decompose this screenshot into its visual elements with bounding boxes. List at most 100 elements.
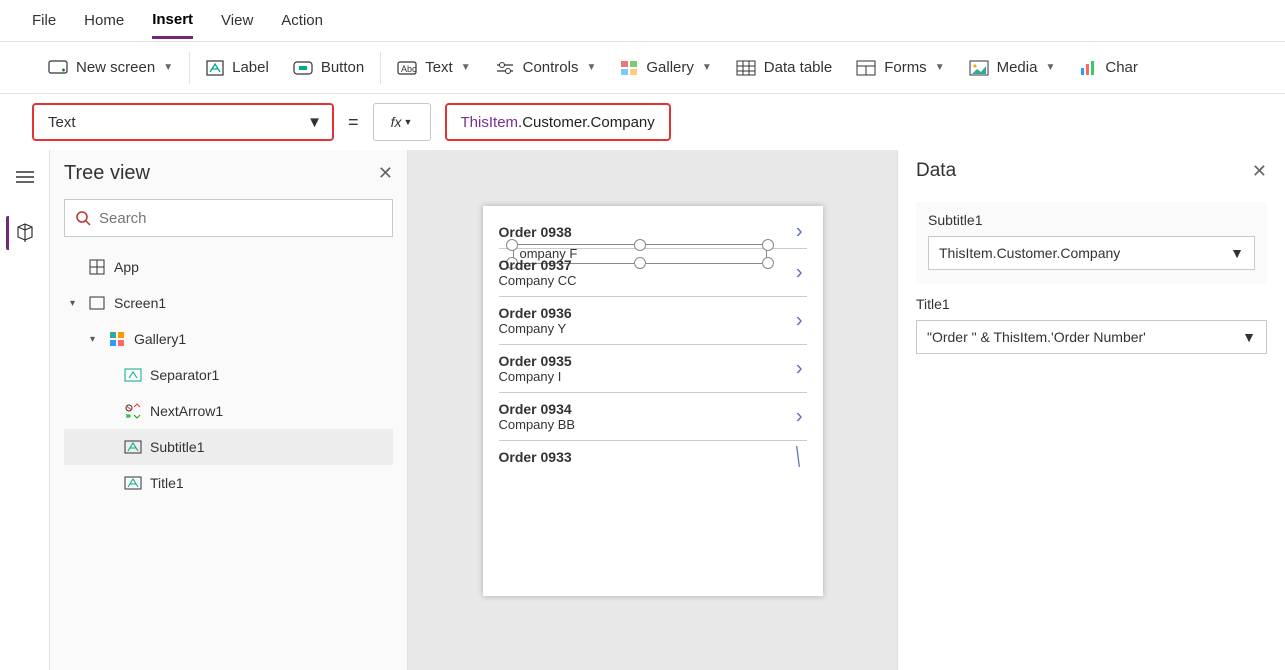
gallery-button[interactable]: Gallery ▼ (620, 59, 711, 76)
tree-view-button[interactable] (6, 216, 40, 250)
text-button[interactable]: Abc Text ▼ (397, 59, 470, 76)
search-icon (75, 210, 91, 226)
fx-label: fx (391, 114, 402, 130)
forms-button[interactable]: Forms ▼ (856, 59, 944, 76)
menu-bar: File Home Insert View Action (0, 0, 1285, 42)
gallery-row-title: Order 0937 (499, 257, 807, 273)
data-field-dropdown[interactable]: "Order " & ThisItem.'Order Number' ▼ (916, 320, 1267, 354)
chevron-right-icon[interactable]: › (796, 357, 803, 380)
button-icon (293, 61, 313, 75)
chevron-down-icon: ▼ (1045, 62, 1055, 73)
controls-button[interactable]: Controls ▼ (495, 59, 597, 76)
gallery-preview[interactable]: Order 0938 ompany F › Order 0937 Company… (483, 206, 823, 596)
app-icon (88, 258, 106, 276)
gallery-row-subtitle: Company I (499, 369, 807, 384)
chevron-right-icon[interactable]: › (796, 309, 803, 332)
chevron-down-icon: ▼ (307, 114, 322, 131)
gallery-icon (108, 330, 126, 348)
main-area: Tree view ✕ App ▾ Screen1 ▾ Gallery1 Sep… (0, 150, 1285, 670)
media-icon (969, 60, 989, 76)
chevron-right-icon[interactable]: › (796, 261, 803, 284)
button-text: Button (321, 59, 364, 76)
data-field-subtitle: Subtitle1 ThisItem.Customer.Company ▼ (916, 202, 1267, 284)
chevron-right-icon[interactable]: › (796, 221, 803, 244)
tool-rail (0, 150, 50, 670)
svg-text:Abc: Abc (401, 64, 417, 74)
tree-item-subtitle[interactable]: Subtitle1 (64, 429, 393, 465)
label-icon (124, 474, 142, 492)
data-field-value: "Order " & ThisItem.'Order Number' (927, 329, 1146, 345)
tree-search-input[interactable] (99, 210, 382, 227)
menu-action[interactable]: Action (281, 4, 323, 37)
nextarrow-icon (124, 402, 142, 420)
gallery-row[interactable]: Order 0935 Company I › (499, 345, 807, 393)
hamburger-button[interactable] (8, 160, 42, 194)
screen-icon (48, 60, 68, 76)
data-table-label: Data table (764, 59, 832, 76)
data-panel-title: Data (916, 160, 956, 182)
menu-view[interactable]: View (221, 4, 253, 37)
ribbon: New screen ▼ Label Button Abc Text ▼ (0, 42, 1285, 94)
chevron-down-icon: ▼ (586, 62, 596, 73)
gallery-row-subtitle: Company CC (499, 273, 807, 288)
tree-item-nextarrow[interactable]: NextArrow1 (64, 393, 393, 429)
gallery-row-title: Order 0935 (499, 353, 807, 369)
tree-app-label: App (114, 259, 139, 275)
new-screen-button[interactable]: New screen ▼ (48, 59, 173, 76)
data-field-value: ThisItem.Customer.Company (939, 245, 1120, 261)
close-tree-button[interactable]: ✕ (378, 163, 393, 184)
formula-input[interactable]: ThisItem.Customer.Company (445, 103, 671, 141)
gallery-row-subtitle: Company Y (499, 321, 807, 336)
tree-item-label: NextArrow1 (150, 403, 223, 419)
gallery-row[interactable]: Order 0936 Company Y › (499, 297, 807, 345)
label-text: Label (232, 59, 269, 76)
tree-screen[interactable]: ▾ Screen1 (64, 285, 393, 321)
close-data-button[interactable]: ✕ (1252, 161, 1267, 182)
gallery-label: Gallery (646, 59, 694, 76)
gallery-row-title: Order 0936 (499, 305, 807, 321)
tree-gallery[interactable]: ▾ Gallery1 (64, 321, 393, 357)
chevron-down-icon: ▼ (1242, 329, 1256, 345)
gallery-row[interactable]: Order 0934 Company BB › (499, 393, 807, 441)
property-selector[interactable]: Text ▼ (32, 103, 334, 141)
canvas: Order 0938 ompany F › Order 0937 Company… (408, 150, 897, 670)
gallery-row[interactable]: Order 0933 ╲ (499, 441, 807, 473)
menu-insert[interactable]: Insert (152, 3, 193, 39)
button-button[interactable]: Button (293, 59, 364, 76)
tree-app[interactable]: App (64, 249, 393, 285)
data-table-button[interactable]: Data table (736, 59, 832, 76)
formula-token: ThisItem (461, 114, 519, 131)
gallery-row-subtitle: Company BB (499, 417, 807, 432)
tree-panel: Tree view ✕ App ▾ Screen1 ▾ Gallery1 Sep… (50, 150, 408, 670)
menu-home[interactable]: Home (84, 4, 124, 37)
tree-item-label: Subtitle1 (150, 439, 204, 455)
gallery-row[interactable]: Order 0938 ompany F › (499, 216, 807, 249)
data-panel: Data ✕ Subtitle1 ThisItem.Customer.Compa… (897, 150, 1285, 670)
tree-item-title[interactable]: Title1 (64, 465, 393, 501)
gallery-row-title: Order 0938 (499, 224, 807, 240)
label-icon (206, 60, 224, 76)
new-screen-label: New screen (76, 59, 155, 76)
collapse-icon[interactable]: ▾ (90, 334, 100, 345)
data-field-dropdown[interactable]: ThisItem.Customer.Company ▼ (928, 236, 1255, 270)
label-button[interactable]: Label (206, 59, 269, 76)
media-button[interactable]: Media ▼ (969, 59, 1056, 76)
formula-bar: Text ▼ = fx ▼ ThisItem.Customer.Company (0, 94, 1285, 150)
chart-icon (1079, 60, 1097, 76)
collapse-icon[interactable]: ▾ (70, 298, 80, 309)
data-field-label: Title1 (916, 296, 1267, 312)
separator-icon (124, 366, 142, 384)
menu-file[interactable]: File (32, 4, 56, 37)
chart-button[interactable]: Char (1079, 59, 1138, 76)
tree-item-separator[interactable]: Separator1 (64, 357, 393, 393)
chevron-right-icon[interactable]: › (796, 405, 803, 428)
chevron-down-icon: ▼ (702, 62, 712, 73)
tree-title: Tree view (64, 162, 150, 185)
chevron-down-icon: ▼ (935, 62, 945, 73)
fx-button[interactable]: fx ▼ (373, 103, 431, 141)
controls-label: Controls (523, 59, 579, 76)
table-icon (736, 60, 756, 76)
tree-gallery-label: Gallery1 (134, 331, 186, 347)
gallery-row[interactable]: Order 0937 Company CC › (499, 249, 807, 297)
tree-search[interactable] (64, 199, 393, 237)
